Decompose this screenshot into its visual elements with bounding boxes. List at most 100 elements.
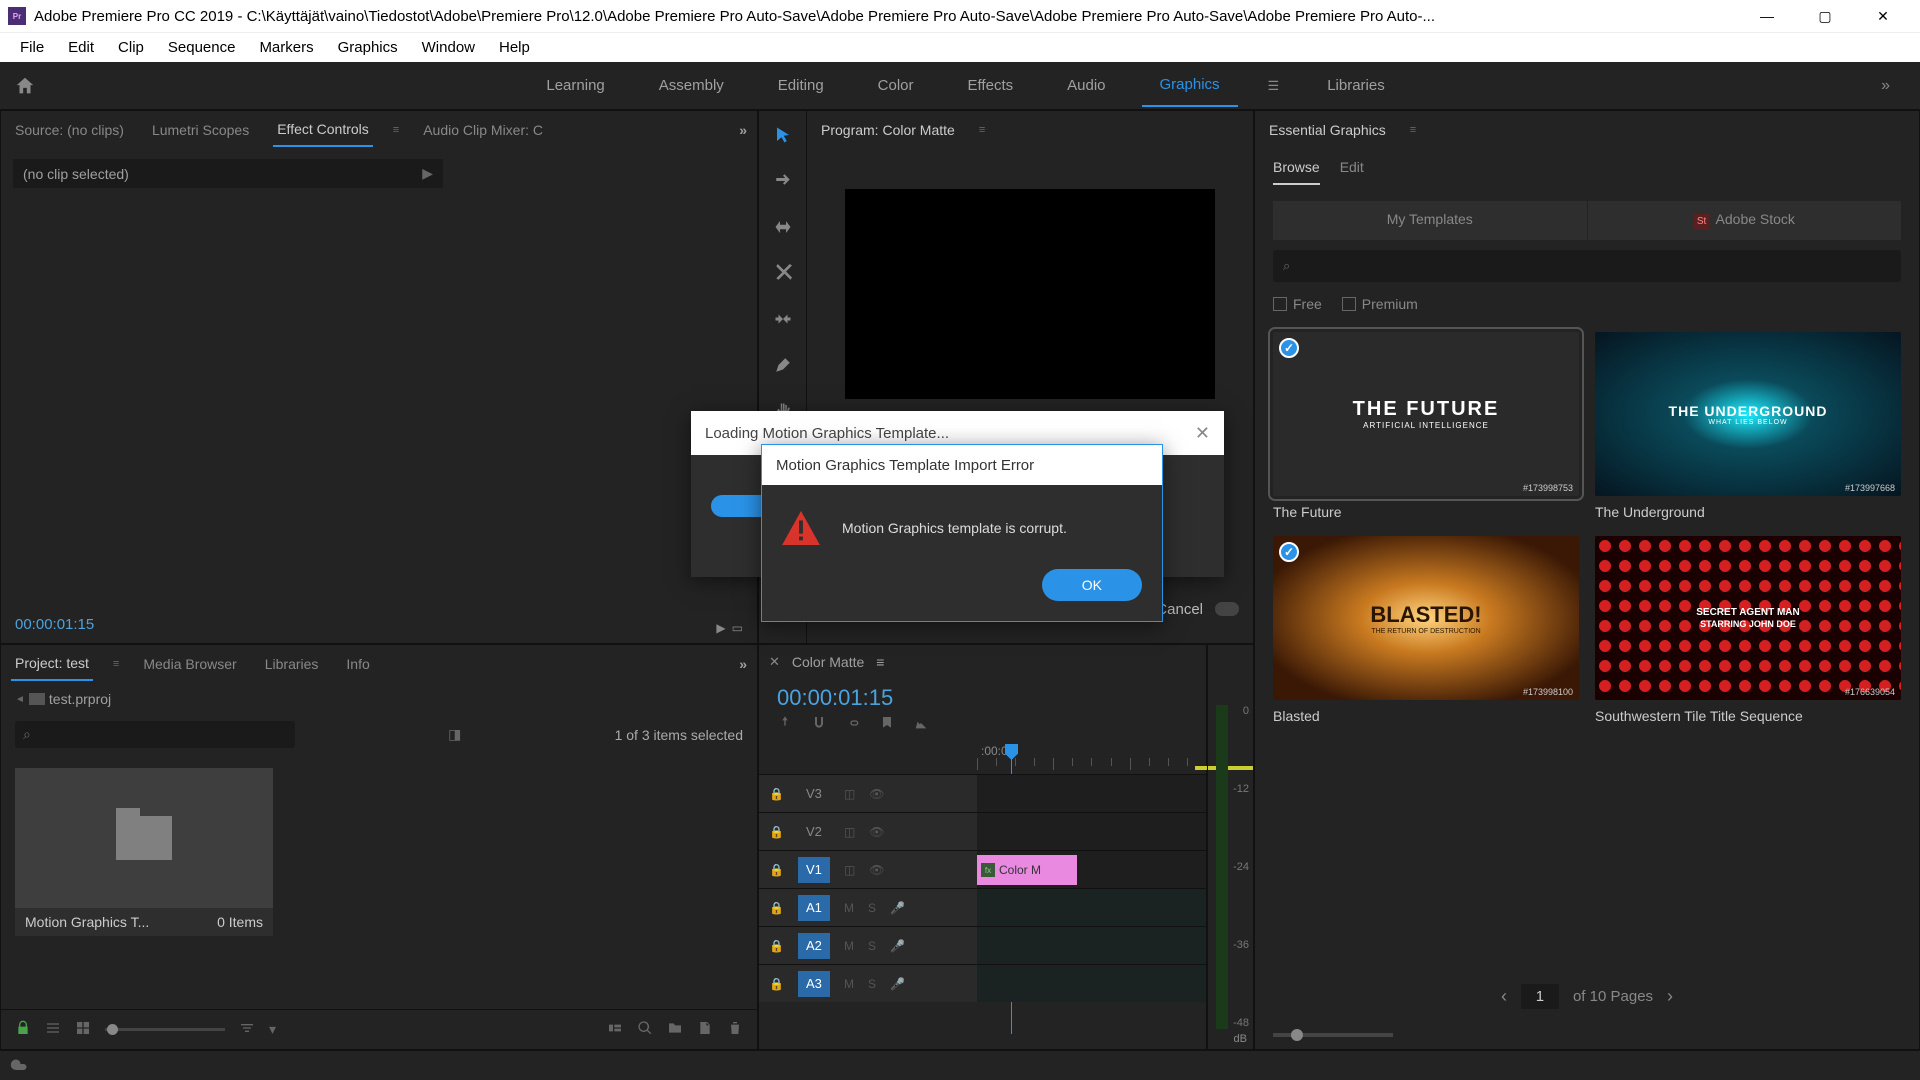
- template-the-underground[interactable]: THE UNDERGROUND WHAT LIES BELOW #1739976…: [1595, 332, 1901, 520]
- lock-icon[interactable]: 🔒: [769, 939, 784, 953]
- filter-premium[interactable]: Premium: [1342, 296, 1418, 312]
- settings-icon[interactable]: [913, 715, 929, 734]
- project-tabs-overflow[interactable]: »: [739, 656, 747, 672]
- menu-help[interactable]: Help: [487, 35, 542, 60]
- eye-icon[interactable]: 👁: [869, 863, 884, 877]
- menu-graphics[interactable]: Graphics: [326, 35, 410, 60]
- track-a2[interactable]: 🔒 A2 MS 🎤: [759, 926, 1206, 964]
- close-sequence-icon[interactable]: ✕: [769, 654, 780, 670]
- template-blasted[interactable]: ✓ BLASTED! THE RETURN OF DESTRUCTION #17…: [1273, 536, 1579, 724]
- mic-icon[interactable]: 🎤: [890, 901, 905, 915]
- menu-sequence[interactable]: Sequence: [156, 35, 248, 60]
- audio-meters[interactable]: 0 -12 -24 -36 -48 dB: [1207, 645, 1253, 1049]
- tab-lumetri-scopes[interactable]: Lumetri Scopes: [148, 114, 253, 146]
- track-label[interactable]: A2: [798, 933, 830, 959]
- tab-media-browser[interactable]: Media Browser: [139, 648, 240, 680]
- sync-lock-icon[interactable]: ◫: [844, 863, 855, 877]
- insert-icon[interactable]: [777, 715, 793, 734]
- tab-program[interactable]: Program: Color Matte: [817, 114, 959, 146]
- chevron-icon[interactable]: ◄: [15, 694, 25, 705]
- close-button[interactable]: ✕: [1866, 2, 1900, 30]
- lock-icon[interactable]: 🔒: [769, 863, 784, 877]
- menu-markers[interactable]: Markers: [247, 35, 325, 60]
- adobe-stock-button[interactable]: StAdobe Stock: [1587, 201, 1902, 240]
- new-item-icon[interactable]: [697, 1020, 713, 1039]
- play-only-icon[interactable]: ▶: [716, 621, 725, 635]
- solo-icon[interactable]: S: [868, 939, 876, 953]
- lock-icon[interactable]: 🔒: [769, 901, 784, 915]
- marker-icon[interactable]: [879, 715, 895, 734]
- program-monitor[interactable]: [845, 189, 1215, 399]
- maximize-button[interactable]: ▢: [1808, 2, 1842, 30]
- workspace-audio[interactable]: Audio: [1049, 65, 1123, 106]
- eg-zoom-slider[interactable]: [1273, 1033, 1393, 1037]
- project-item[interactable]: Motion Graphics T... 0 Items: [15, 768, 273, 936]
- sort-icon[interactable]: [239, 1020, 255, 1039]
- workspace-effects[interactable]: Effects: [950, 65, 1032, 106]
- tab-essential-graphics[interactable]: Essential Graphics: [1265, 114, 1390, 146]
- cancel-button[interactable]: Cancel: [1156, 601, 1203, 618]
- workspace-learning[interactable]: Learning: [528, 65, 622, 106]
- solo-icon[interactable]: S: [868, 977, 876, 991]
- template-southwestern[interactable]: SECRET AGENT MAN STARRING JOHN DOE #1766…: [1595, 536, 1901, 724]
- eye-icon[interactable]: 👁: [869, 825, 884, 839]
- new-bin-icon[interactable]: [667, 1020, 683, 1039]
- track-label[interactable]: V3: [798, 781, 830, 807]
- prev-page-button[interactable]: ‹: [1501, 986, 1507, 1007]
- workspace-libraries[interactable]: Libraries: [1309, 65, 1403, 106]
- sync-lock-icon[interactable]: ◫: [844, 787, 855, 801]
- sync-lock-icon[interactable]: ◫: [844, 825, 855, 839]
- tab-libraries[interactable]: Libraries: [261, 648, 323, 680]
- dialog-close-icon[interactable]: ✕: [1195, 423, 1210, 444]
- linked-selection-icon[interactable]: [845, 715, 861, 734]
- track-label[interactable]: A1: [798, 895, 830, 921]
- next-page-button[interactable]: ›: [1667, 986, 1673, 1007]
- mute-icon[interactable]: M: [844, 939, 854, 953]
- ok-button[interactable]: OK: [1042, 569, 1142, 601]
- pen-tool[interactable]: [769, 351, 797, 379]
- eg-search-input[interactable]: ⌕: [1273, 250, 1901, 282]
- tab-audio-clip-mixer[interactable]: Audio Clip Mixer: C: [419, 114, 547, 146]
- eg-tab-edit[interactable]: Edit: [1340, 159, 1364, 185]
- panel-menu-icon[interactable]: ≡: [393, 124, 399, 136]
- project-menu-icon[interactable]: ≡: [113, 658, 119, 670]
- mic-icon[interactable]: 🎤: [890, 939, 905, 953]
- workspace-assembly[interactable]: Assembly: [641, 65, 742, 106]
- page-input[interactable]: 1: [1521, 984, 1559, 1009]
- snap-icon[interactable]: [811, 715, 827, 734]
- ripple-edit-tool[interactable]: [769, 213, 797, 241]
- workspace-graphics[interactable]: Graphics: [1142, 64, 1238, 107]
- lock-icon[interactable]: 🔒: [769, 977, 784, 991]
- track-a1[interactable]: 🔒A1MS🎤: [759, 888, 1206, 926]
- mute-icon[interactable]: M: [844, 977, 854, 991]
- find-icon[interactable]: [637, 1020, 653, 1039]
- eye-icon[interactable]: 👁: [869, 787, 884, 801]
- template-the-future[interactable]: ✓ THE FUTURE ARTIFICIAL INTELLIGENCE #17…: [1273, 332, 1579, 520]
- tab-info[interactable]: Info: [342, 648, 373, 680]
- delete-icon[interactable]: [727, 1020, 743, 1039]
- home-button[interactable]: [0, 62, 50, 109]
- minimize-button[interactable]: —: [1750, 2, 1784, 30]
- workspace-color[interactable]: Color: [860, 65, 932, 106]
- track-v1[interactable]: 🔒V1◫👁 fx Color M: [759, 850, 1206, 888]
- source-timecode[interactable]: 00:00:01:15: [15, 616, 94, 633]
- track-v2[interactable]: 🔒V2◫👁: [759, 812, 1206, 850]
- automate-icon[interactable]: [607, 1020, 623, 1039]
- tab-effect-controls[interactable]: Effect Controls: [273, 113, 373, 147]
- workspace-menu-icon[interactable]: ☰: [1256, 78, 1292, 94]
- razor-tool[interactable]: [769, 259, 797, 287]
- chevron-down-icon[interactable]: ▾: [269, 1021, 276, 1038]
- my-templates-button[interactable]: My Templates: [1273, 201, 1587, 240]
- thumbnail-size-slider[interactable]: [105, 1028, 225, 1031]
- lock-icon[interactable]: 🔒: [769, 787, 784, 801]
- slip-tool[interactable]: [769, 305, 797, 333]
- mic-icon[interactable]: 🎤: [890, 977, 905, 991]
- icon-view-icon[interactable]: [75, 1020, 91, 1039]
- track-label[interactable]: V2: [798, 819, 830, 845]
- eg-tab-browse[interactable]: Browse: [1273, 159, 1320, 185]
- sync-status-icon[interactable]: [10, 1057, 28, 1074]
- menu-window[interactable]: Window: [410, 35, 487, 60]
- loop-icon[interactable]: ▭: [732, 621, 743, 635]
- tab-source[interactable]: Source: (no clips): [11, 114, 128, 146]
- program-menu-icon[interactable]: ≡: [979, 124, 985, 136]
